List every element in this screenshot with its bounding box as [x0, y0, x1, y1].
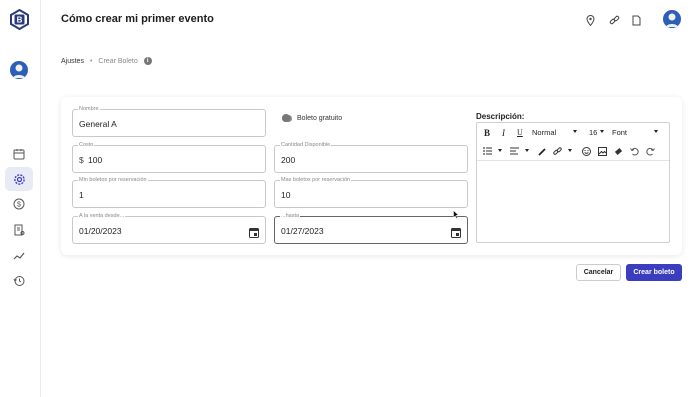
top-header: Cómo crear mi primer evento — [41, 0, 699, 40]
min-boletos-label: Min boletos por reservación — [78, 176, 148, 184]
create-ticket-button[interactable]: Crear boleto — [626, 264, 682, 281]
breadcrumb-separator: • — [89, 57, 93, 65]
boleto-gratuito-label: Boleto gratuito — [297, 115, 343, 122]
link-caret-icon[interactable] — [568, 149, 572, 152]
costo-field[interactable]: Costo $ 100 — [72, 141, 266, 173]
undo-icon[interactable] — [630, 147, 639, 156]
history-icon[interactable] — [11, 273, 27, 289]
cancel-button[interactable]: Cancelar — [576, 264, 621, 281]
location-pin-icon[interactable] — [586, 13, 597, 27]
toggle-switch[interactable] — [282, 114, 292, 122]
document-icon[interactable] — [632, 13, 643, 26]
align-caret-icon[interactable] — [525, 149, 529, 152]
hasta-value: 01/27/2023 — [281, 226, 324, 236]
page-title: Cómo crear mi primer evento — [61, 13, 214, 25]
info-icon[interactable]: i — [143, 57, 152, 65]
calendar-picker-icon[interactable] — [451, 225, 461, 238]
breadcrumb: Ajustes • Crear Boleto i — [61, 57, 152, 65]
breadcrumb-crear-boleto: Crear Boleto — [98, 57, 138, 65]
color-picker-icon[interactable] — [538, 147, 547, 156]
list-caret-icon[interactable] — [498, 149, 502, 152]
calendar-picker-icon[interactable] — [249, 225, 259, 238]
cantidad-value: 200 — [281, 155, 296, 165]
cantidad-label: Cantidad Disponible — [280, 141, 332, 149]
format-select[interactable]: Normal — [532, 128, 556, 137]
rich-text-editor[interactable]: B I U Normal 16 Font — [476, 122, 670, 243]
report-icon[interactable] — [11, 222, 27, 238]
venta-desde-label: A la venta desde... — [78, 212, 126, 220]
link-icon[interactable] — [609, 13, 620, 25]
nombre-value: General A — [79, 119, 117, 129]
costo-value: 100 — [88, 155, 103, 165]
size-caret-icon[interactable] — [600, 130, 604, 133]
calendar-icon[interactable] — [11, 146, 27, 162]
venta-desde-field[interactable]: A la venta desde... 01/20/2023 — [72, 212, 266, 244]
format-caret-icon[interactable] — [573, 130, 577, 133]
trend-chart-icon[interactable] — [11, 248, 27, 264]
costo-label: Costo — [78, 141, 95, 149]
mouse-cursor-icon — [453, 206, 460, 219]
underline-button[interactable]: U — [517, 128, 523, 137]
nombre-field[interactable]: Nombre General A — [72, 105, 266, 137]
italic-button[interactable]: I — [502, 128, 505, 138]
bold-button[interactable]: B — [484, 128, 490, 138]
settings-gear-icon[interactable] — [11, 171, 27, 187]
hasta-label: ...hasta — [280, 212, 301, 220]
emoji-icon[interactable] — [582, 147, 591, 156]
breadcrumb-ajustes[interactable]: Ajustes — [61, 58, 84, 65]
insert-link-icon[interactable] — [553, 147, 562, 156]
descripcion-label: Descripción: — [476, 112, 525, 121]
cantidad-field[interactable]: Cantidad Disponible 200 — [274, 141, 468, 173]
editor-toolbar-row1: B I U Normal 16 Font — [477, 123, 669, 142]
nombre-label: Nombre — [78, 105, 100, 113]
max-boletos-label: Max boletos por reservación — [280, 176, 352, 184]
eraser-icon[interactable] — [614, 147, 623, 156]
min-boletos-value: 1 — [79, 190, 84, 200]
boleto-gratuito-toggle[interactable]: Boleto gratuito — [282, 114, 343, 122]
sidebar: B $ — [0, 0, 41, 397]
svg-text:B: B — [17, 16, 23, 25]
list-icon[interactable] — [483, 147, 492, 155]
app-logo[interactable]: B — [9, 8, 30, 31]
currency-prefix: $ — [79, 155, 84, 165]
font-caret-icon[interactable] — [654, 130, 658, 133]
dollar-icon[interactable]: $ — [11, 196, 27, 212]
editor-toolbar-row2 — [477, 142, 669, 161]
header-avatar[interactable] — [663, 10, 681, 28]
max-boletos-field[interactable]: Max boletos por reservación 10 — [274, 176, 468, 208]
venta-desde-value: 01/20/2023 — [79, 226, 122, 236]
redo-icon[interactable] — [646, 147, 655, 156]
font-select[interactable]: Font — [612, 128, 627, 137]
max-boletos-value: 10 — [281, 190, 291, 200]
align-icon[interactable] — [510, 147, 519, 155]
image-icon[interactable] — [598, 147, 607, 156]
hasta-field[interactable]: ...hasta 01/27/2023 — [274, 212, 468, 244]
user-avatar[interactable] — [10, 61, 28, 79]
min-boletos-field[interactable]: Min boletos por reservación 1 — [72, 176, 266, 208]
size-select[interactable]: 16 — [589, 128, 597, 137]
svg-text:$: $ — [17, 202, 21, 209]
